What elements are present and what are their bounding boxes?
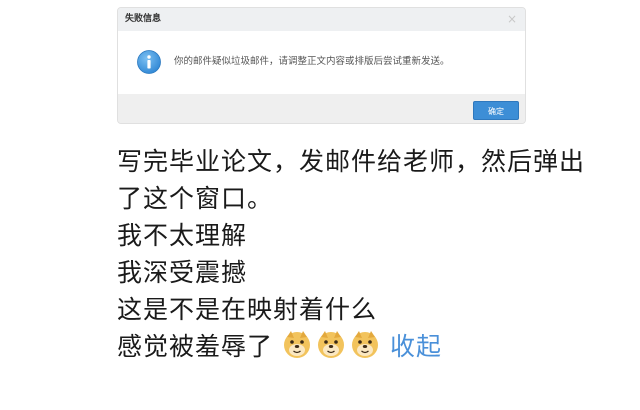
failure-dialog: 失败信息 × 你的邮件疑似垃圾邮件，请调整正文内容或排版后尝试重新发送。 确定 (117, 7, 526, 124)
close-icon[interactable]: × (507, 12, 517, 26)
doge-emoji-icon (283, 331, 310, 358)
doge-emoji-icon (351, 331, 378, 358)
post-line: 这是不是在映射着什么 (117, 295, 378, 324)
dialog-header: 失败信息 × (118, 8, 525, 32)
post-last-line: 感觉被羞辱了 收起 (117, 328, 627, 365)
dialog-body: 你的邮件疑似垃圾邮件，请调整正文内容或排版后尝试重新发送。 (118, 31, 525, 94)
dialog-title: 失败信息 (125, 14, 162, 24)
ok-button[interactable]: 确定 (473, 101, 519, 120)
post-line: 了这个窗口。 (117, 184, 274, 213)
post-line: 我不太理解 (117, 221, 248, 250)
info-icon (137, 50, 161, 74)
post-text: 写完毕业论文，发邮件给老师，然后弹出 了这个窗口。 我不太理解 我深受震撼 这是… (117, 143, 627, 365)
dialog-footer: 确定 (118, 94, 525, 123)
post-line: 感觉被羞辱了 (117, 332, 274, 361)
dialog-message: 你的邮件疑似垃圾邮件，请调整正文内容或排版后尝试重新发送。 (174, 56, 450, 67)
post-line: 写完毕业论文，发邮件给老师，然后弹出 (117, 147, 586, 176)
post-line: 我深受震撼 (117, 258, 248, 287)
collapse-link[interactable]: 收起 (390, 332, 442, 361)
doge-emoji-icon (317, 331, 344, 358)
